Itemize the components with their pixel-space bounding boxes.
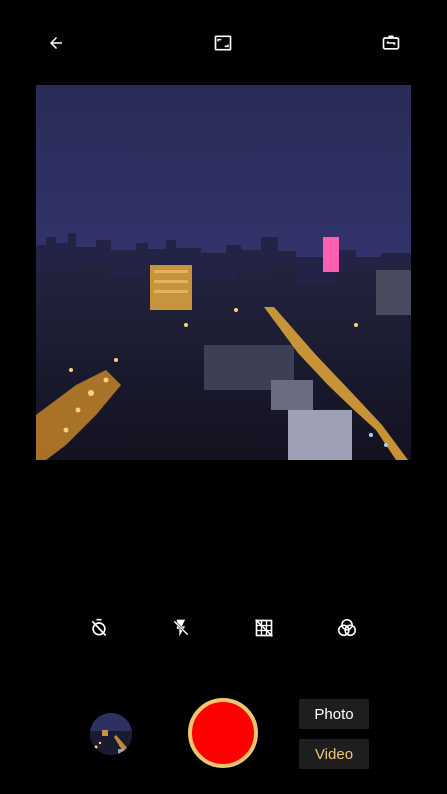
grid-button[interactable]: [251, 615, 277, 641]
switch-camera-button[interactable]: [378, 30, 404, 56]
flash-button[interactable]: [168, 615, 194, 641]
camera-app: Photo Video: [0, 0, 447, 794]
mode-video-button[interactable]: Video: [299, 739, 369, 769]
mode-photo-button[interactable]: Photo: [299, 699, 369, 729]
gallery-thumbnail[interactable]: [90, 713, 132, 755]
gallery-thumbnail-image: [90, 713, 132, 755]
switch-camera-icon: [382, 35, 400, 50]
filter-icon: [337, 618, 357, 637]
timer-off-icon: [91, 618, 107, 637]
filter-button[interactable]: [334, 615, 360, 641]
back-arrow-icon: [50, 37, 62, 49]
camera-preview[interactable]: [36, 85, 411, 460]
camera-preview-image: [36, 85, 411, 460]
aspect-ratio-icon: [214, 35, 232, 51]
aspect-ratio-button[interactable]: [210, 30, 236, 56]
flash-off-icon: [173, 619, 189, 637]
timer-button[interactable]: [86, 615, 112, 641]
grid-off-icon: [255, 619, 273, 637]
record-button[interactable]: [188, 698, 258, 768]
back-button[interactable]: [43, 30, 69, 56]
